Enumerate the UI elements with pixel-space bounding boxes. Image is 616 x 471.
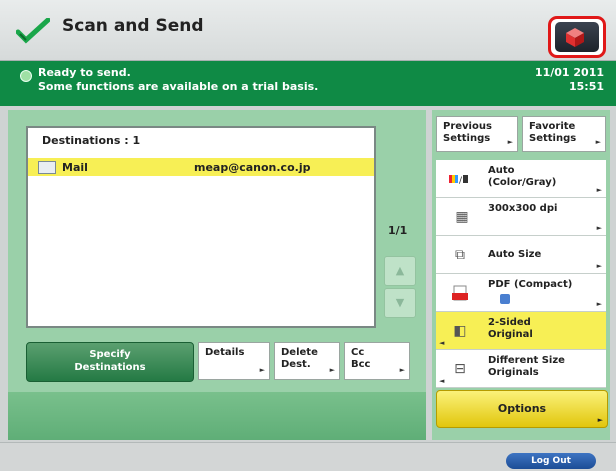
- resolution-label: 300x300 dpi: [488, 203, 558, 214]
- status-time: 15:51: [568, 80, 604, 93]
- settings-panel: Previous Settings ► Favorite Settings ► …: [432, 110, 610, 440]
- bottom-bar: Log Out: [0, 442, 616, 471]
- scroll-down-button[interactable]: ▼: [384, 288, 416, 318]
- two-sided-setting[interactable]: ◧ 2-Sided Original ◄: [436, 312, 606, 350]
- previous-label-2: Settings: [443, 133, 491, 144]
- log-out-button[interactable]: Log Out: [506, 453, 596, 469]
- page-indicator: 1/1: [388, 224, 408, 237]
- details-label: Details: [205, 347, 245, 358]
- two-sided-line1: 2-Sided: [488, 317, 531, 328]
- chevron-left-icon: ◄: [439, 377, 445, 385]
- info-icon: [500, 294, 510, 304]
- two-sided-icon: ◧: [453, 323, 467, 339]
- scroll-up-button[interactable]: ▲: [384, 256, 416, 286]
- status-indicator-icon: [20, 70, 32, 82]
- specify-destinations-button[interactable]: Specify Destinations: [26, 342, 194, 382]
- chevron-right-icon: ►: [259, 366, 265, 374]
- two-sided-label: 2-Sided Original: [488, 317, 533, 341]
- log-out-label: Log Out: [531, 456, 571, 466]
- chevron-right-icon: ►: [597, 416, 603, 424]
- svg-text:/: /: [459, 176, 463, 186]
- color-mode-setting[interactable]: / Auto (Color/Gray) ►: [436, 160, 606, 198]
- header: Scan and Send: [0, 0, 616, 61]
- chevron-right-icon: ►: [596, 224, 602, 232]
- destination-list[interactable]: Destinations : 1 Mail meap@canon.co.jp: [26, 126, 376, 328]
- destination-count: Destinations : 1: [42, 134, 141, 147]
- delete-label-1: Delete: [281, 347, 318, 358]
- chevron-right-icon: ►: [596, 300, 602, 308]
- color-mode-line2: (Color/Gray): [488, 177, 557, 188]
- destination-panel: Destinations : 1 Mail meap@canon.co.jp 1…: [8, 110, 426, 440]
- color-mode-line1: Auto: [488, 165, 515, 176]
- color-mode-label: Auto (Color/Gray): [488, 165, 556, 189]
- status-date: 11/01 2011: [534, 66, 604, 79]
- resolution-setting[interactable]: ▦ 300x300 dpi ►: [436, 198, 606, 236]
- chevron-right-icon: ►: [329, 366, 335, 374]
- favorite-settings-button[interactable]: Favorite Settings ►: [522, 116, 606, 152]
- color-mode-icon: /: [449, 175, 468, 186]
- chevron-right-icon: ►: [596, 262, 602, 270]
- different-size-line1: Different Size: [488, 355, 565, 366]
- chevron-right-icon: ►: [596, 186, 602, 194]
- specify-label-1: Specify: [89, 349, 131, 360]
- cube-icon: [566, 28, 584, 47]
- status-bar: Ready to send. Some functions are availa…: [0, 61, 616, 106]
- chevron-left-icon: ◄: [439, 339, 445, 347]
- pdf-icon: [452, 285, 468, 301]
- size-label: Auto Size: [488, 249, 542, 260]
- cc-bcc-button[interactable]: Cc Bcc ►: [344, 342, 410, 380]
- different-size-label: Different Size Originals: [488, 355, 565, 379]
- file-format-setting[interactable]: PDF (Compact) ►: [436, 274, 606, 312]
- status-submessage: Some functions are available on a trial …: [38, 80, 319, 93]
- favorite-label-1: Favorite: [529, 121, 576, 132]
- options-button[interactable]: Options ►: [436, 390, 608, 428]
- decorative-strip: [8, 392, 426, 440]
- resolution-icon: ▦: [455, 209, 469, 225]
- previous-settings-button[interactable]: Previous Settings ►: [436, 116, 518, 152]
- scan-and-send-screen: Scan and Send Ready to send. Some functi…: [0, 0, 616, 471]
- send-check-icon: [16, 18, 50, 44]
- size-icon: ⧉: [455, 247, 465, 263]
- file-format-label: PDF (Compact): [488, 279, 573, 290]
- mail-icon: [38, 161, 56, 174]
- options-label: Options: [497, 402, 547, 415]
- chevron-right-icon: ►: [507, 138, 513, 146]
- two-sided-line2: Original: [488, 329, 533, 340]
- status-message: Ready to send.: [38, 66, 131, 79]
- delete-dest-button[interactable]: Delete Dest. ►: [274, 342, 340, 380]
- different-size-setting[interactable]: ⊟ Different Size Originals ◄: [436, 350, 606, 388]
- page-title: Scan and Send: [62, 16, 204, 36]
- menu-button[interactable]: [548, 16, 606, 58]
- specify-label-2: Destinations: [74, 362, 146, 373]
- destination-address: meap@canon.co.jp: [194, 161, 311, 174]
- chevron-right-icon: ►: [595, 138, 601, 146]
- different-size-line2: Originals: [488, 367, 539, 378]
- chevron-right-icon: ►: [399, 366, 405, 374]
- destination-type: Mail: [62, 161, 88, 174]
- details-button[interactable]: Details ►: [198, 342, 270, 380]
- cube-icon-bg: [555, 22, 599, 52]
- size-setting[interactable]: ⧉ Auto Size ►: [436, 236, 606, 274]
- cc-label-1: Cc: [351, 347, 365, 358]
- list-item[interactable]: Mail meap@canon.co.jp: [28, 158, 374, 176]
- previous-label-1: Previous: [443, 121, 492, 132]
- different-size-icon: ⊟: [454, 361, 466, 377]
- favorite-label-2: Settings: [529, 133, 577, 144]
